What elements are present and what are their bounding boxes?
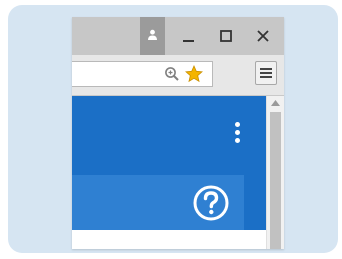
close-icon [257,30,269,42]
hamburger-menu-icon [260,68,272,78]
vertical-ellipsis-icon[interactable] [232,122,242,150]
browser-toolbar [72,55,284,96]
maximize-icon [220,30,232,42]
profile-button[interactable] [140,17,165,55]
question-mark-circle-icon[interactable] [192,184,230,222]
scrollbar-thumb[interactable] [270,112,281,249]
app-subheader-edge [244,175,266,230]
browser-menu-button[interactable] [255,61,277,85]
maximize-button[interactable] [209,17,243,55]
zoom-icon[interactable] [164,66,180,82]
app-header [72,96,266,175]
minimize-button[interactable] [172,17,206,55]
page-content [72,96,266,249]
address-bar[interactable] [72,61,213,87]
star-icon[interactable] [185,65,203,83]
close-button[interactable] [246,17,280,55]
browser-window [72,17,284,249]
scroll-up-arrow-icon[interactable] [271,100,280,106]
title-bar[interactable] [72,17,284,55]
minimize-icon [183,40,194,42]
vertical-scrollbar[interactable] [266,96,284,249]
person-icon [148,29,157,40]
